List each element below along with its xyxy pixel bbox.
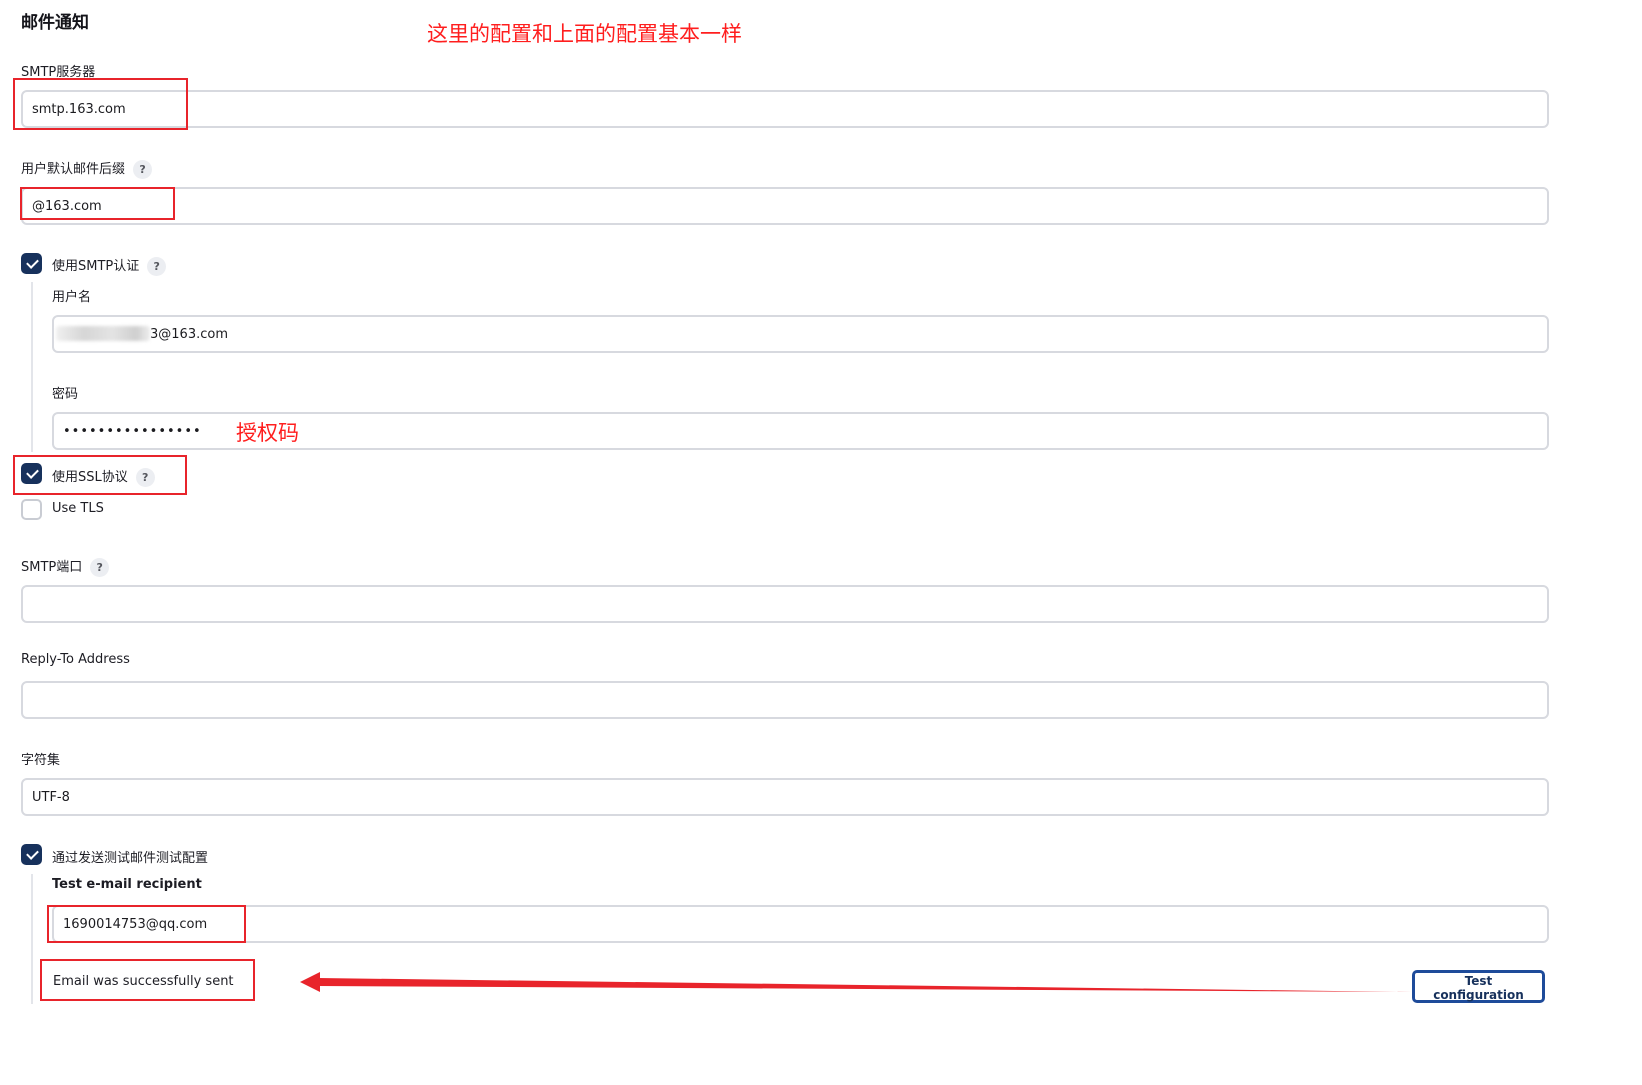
annotation-arrow-head [300, 972, 320, 992]
annotation-arrow [300, 972, 1412, 992]
annotation-arrow-shaft [318, 978, 1412, 992]
test-configuration-button[interactable]: Test configuration [1412, 970, 1545, 1003]
